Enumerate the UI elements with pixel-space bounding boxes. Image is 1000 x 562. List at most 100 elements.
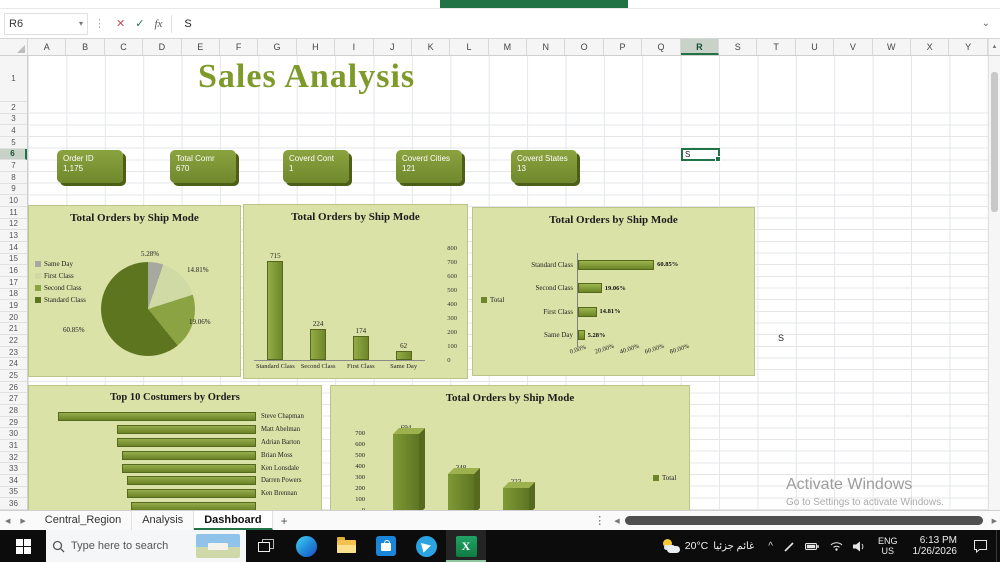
sheet-tab-Dashboard[interactable]: Dashboard — [194, 511, 273, 530]
insert-function-button[interactable]: fx — [149, 18, 167, 30]
row-header-30[interactable]: 30 — [0, 428, 27, 441]
volume-icon[interactable] — [848, 541, 871, 552]
column-chart-panel[interactable]: Total Orders by Ship Mode 715 Standard Cl… — [243, 204, 468, 379]
hbar-chart-panel[interactable]: Total Orders by Ship Mode Total Standard… — [472, 207, 755, 376]
column-header-B[interactable]: B — [66, 39, 105, 55]
name-box[interactable]: R6 ▾ — [4, 12, 88, 35]
column-header-P[interactable]: P — [604, 39, 643, 55]
weather-widget[interactable]: 20°C غائم جزئيا — [654, 530, 763, 562]
column-header-R[interactable]: R — [680, 39, 720, 55]
row-header-23[interactable]: 23 — [0, 347, 27, 359]
start-button[interactable] — [0, 530, 46, 562]
kpi-card-2[interactable]: Coverd Cont 1 — [283, 150, 349, 183]
row-header-18[interactable]: 18 — [0, 289, 27, 301]
hscroll-left-icon[interactable]: ◀ — [611, 517, 622, 525]
row-header-17[interactable]: 17 — [0, 277, 27, 289]
add-sheet-button[interactable]: + — [273, 514, 296, 528]
show-desktop-button[interactable] — [996, 530, 1000, 562]
kpi-card-4[interactable]: Coverd States 13 — [511, 150, 577, 183]
select-all-button[interactable] — [0, 39, 28, 55]
column-header-Q[interactable]: Q — [642, 39, 681, 55]
telegram-icon[interactable] — [406, 530, 446, 562]
action-center-button[interactable] — [965, 539, 996, 553]
file-explorer-icon[interactable] — [326, 530, 366, 562]
column-header-G[interactable]: G — [258, 39, 297, 55]
row-header-16[interactable]: 16 — [0, 265, 27, 277]
row-header-29[interactable]: 29 — [0, 417, 27, 429]
kpi-card-1[interactable]: Total Comr 670 — [170, 150, 236, 183]
bar3d-chart-panel[interactable]: Total Orders by Ship Mode 700 600 500 400 30… — [330, 385, 690, 510]
collapse-formula-bar-icon[interactable]: ⌄ — [982, 18, 990, 29]
enter-button[interactable]: ✓ — [130, 17, 149, 30]
task-view-button[interactable] — [246, 530, 286, 562]
column-header-T[interactable]: T — [757, 39, 796, 55]
scroll-up-button[interactable]: ▲ — [988, 39, 1000, 55]
row-header-6[interactable]: 6 — [0, 148, 27, 161]
column-header-A[interactable]: A — [28, 39, 67, 55]
column-header-M[interactable]: M — [489, 39, 528, 55]
horizontal-scrollbar-thumb[interactable] — [624, 516, 983, 525]
row-header-34[interactable]: 34 — [0, 475, 27, 487]
column-header-D[interactable]: D — [143, 39, 182, 55]
row-header-20[interactable]: 20 — [0, 312, 27, 324]
vertical-scrollbar-thumb[interactable] — [991, 72, 998, 212]
column-header-E[interactable]: E — [182, 39, 220, 55]
sheet-tab-Central_Region[interactable]: Central_Region — [35, 511, 133, 530]
hidden-icons-button[interactable]: ^ — [762, 541, 779, 552]
cancel-button[interactable]: ✕ — [111, 17, 130, 30]
column-header-F[interactable]: F — [220, 39, 259, 55]
top10-chart-panel[interactable]: Top 10 Costumers by Orders Steve Chapman… — [28, 385, 322, 510]
row-header-19[interactable]: 19 — [0, 300, 27, 312]
pie-chart-panel[interactable]: Total Orders by Ship Mode Same Day First … — [28, 205, 241, 377]
column-header-X[interactable]: X — [911, 39, 950, 55]
sheet-tab-Analysis[interactable]: Analysis — [132, 511, 195, 530]
row-header-8[interactable]: 8 — [0, 172, 27, 184]
clock[interactable]: 6:13 PM 1/26/2026 — [905, 535, 966, 557]
row-header-24[interactable]: 24 — [0, 358, 27, 371]
kpi-card-0[interactable]: Order ID 1,175 — [57, 150, 123, 183]
name-box-dropdown-icon[interactable]: ▾ — [79, 19, 83, 28]
wifi-icon[interactable] — [825, 541, 848, 551]
pen-icon[interactable] — [779, 541, 800, 552]
row-header-3[interactable]: 3 — [0, 114, 27, 126]
column-header-V[interactable]: V — [834, 39, 873, 55]
column-header-Y[interactable]: Y — [949, 39, 988, 55]
kpi-card-3[interactable]: Coverd Cities 121 — [396, 150, 462, 183]
row-header-13[interactable]: 13 — [0, 230, 27, 242]
language-indicator[interactable]: ENG US — [871, 536, 905, 556]
column-header-N[interactable]: N — [527, 39, 566, 55]
row-header-15[interactable]: 15 — [0, 254, 27, 266]
row-header-22[interactable]: 22 — [0, 335, 27, 347]
row-header-28[interactable]: 28 — [0, 405, 27, 417]
row-header-14[interactable]: 14 — [0, 242, 27, 254]
vertical-scrollbar[interactable] — [988, 56, 1000, 510]
column-header-W[interactable]: W — [873, 39, 911, 55]
row-header-31[interactable]: 31 — [0, 440, 27, 452]
row-header-35[interactable]: 35 — [0, 487, 27, 499]
column-header-K[interactable]: K — [412, 39, 451, 55]
column-header-L[interactable]: L — [450, 39, 489, 55]
row-header-7[interactable]: 7 — [0, 160, 27, 172]
row-header-1[interactable]: 1 — [0, 56, 27, 102]
row-header-36[interactable]: 36 — [0, 498, 27, 510]
battery-icon[interactable] — [800, 542, 825, 551]
row-header-5[interactable]: 5 — [0, 137, 27, 149]
column-header-C[interactable]: C — [105, 39, 144, 55]
formula-input[interactable]: S — [184, 18, 191, 30]
tab-more-icon[interactable]: ⋮ — [588, 514, 611, 527]
store-icon[interactable] — [366, 530, 406, 562]
row-header-9[interactable]: 9 — [0, 184, 27, 196]
tab-nav-left-icon[interactable]: ◀ — [0, 517, 15, 525]
active-cell[interactable]: S — [681, 148, 721, 162]
row-header-11[interactable]: 11 — [0, 207, 27, 219]
column-header-S[interactable]: S — [719, 39, 758, 55]
tab-nav-right-icon[interactable]: ▶ — [15, 517, 30, 525]
column-header-J[interactable]: J — [374, 39, 412, 55]
row-header-33[interactable]: 33 — [0, 463, 27, 475]
row-header-32[interactable]: 32 — [0, 452, 27, 464]
column-header-O[interactable]: O — [565, 39, 604, 55]
taskbar-search[interactable]: Type here to search — [46, 530, 246, 562]
column-header-H[interactable]: H — [297, 39, 336, 55]
row-header-21[interactable]: 21 — [0, 323, 27, 336]
hscroll-right-icon[interactable]: ▶ — [989, 517, 1000, 525]
